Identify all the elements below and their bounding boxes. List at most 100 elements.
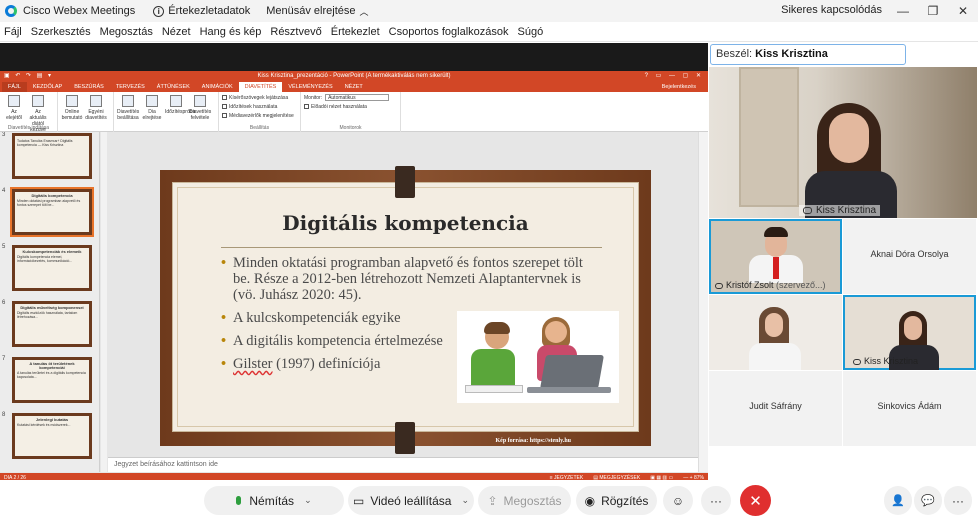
thumbnail-row[interactable]: 8 Jelenlegi kutatás Kutatási kérdések és … (2, 412, 98, 460)
online-icon (66, 95, 78, 107)
participants-button[interactable]: 👤 (884, 486, 912, 515)
participant-tile[interactable]: Aknai Dóra Orsolya (843, 219, 976, 294)
slide-thumbnail[interactable]: Tudatos Tanulás Erasmus+ Digitális kompe… (12, 133, 92, 179)
current-slide[interactable]: Digitális kompetencia Minden oktatási pr… (160, 166, 651, 454)
chevron-down-icon[interactable]: ⌄ (461, 495, 469, 506)
ppt-tab-slideshow[interactable]: DIAVETÍTÉS (238, 82, 283, 92)
record-show-label: Diavetítés felvétele (189, 109, 212, 121)
participant-tile[interactable] (709, 295, 842, 370)
ppt-window-buttons[interactable]: ? ▭ — ▢ ✕ (645, 71, 704, 82)
title-bar: Cisco Webex Meetings i Értekezletadatok … (0, 0, 978, 22)
slide-thumbnail-selected[interactable]: Digitális kompetencia Minden oktatási pro… (10, 187, 94, 237)
record-show-button[interactable]: Diavetítés felvétele (189, 94, 211, 121)
menu-view[interactable]: Nézet (162, 26, 191, 38)
participant-tile[interactable]: Judit Sáfrány (709, 371, 842, 446)
online-present-button[interactable]: Online bemutató (61, 94, 83, 121)
main-video-label: Kiss Krisztina (799, 205, 881, 216)
thumbnail-row[interactable]: 7 A tanulás öt területének kompetenciái A… (2, 356, 98, 404)
ribbon-group-present: Online bemutató Egyéni diavetítés (58, 92, 114, 132)
meeting-info-button[interactable]: i Értekezletadatok (153, 5, 250, 17)
check-media-controls[interactable]: Médiavezérlők megjelenítése (222, 112, 297, 121)
monitor-row: Monitor: Automatikus (304, 94, 397, 103)
minimize-button[interactable]: — (888, 0, 918, 22)
ppt-tab-design[interactable]: TERVEZÉS (110, 82, 151, 92)
participant-tile[interactable]: Kiss Krisztina (843, 295, 976, 370)
chat-button[interactable]: 💬 (914, 486, 942, 515)
thumbnail-row[interactable]: 6 Digitális műveltség komponensei Digitál… (2, 300, 98, 348)
hide-menu-bar-button[interactable]: Menüsáv elrejtése ︿ (266, 5, 368, 18)
stop-video-button[interactable]: ▭ Videó leállítása ⌄ (348, 486, 474, 515)
menu-meeting[interactable]: Értekezlet (331, 26, 380, 38)
hide-menu-label: Menüsáv elrejtése (266, 5, 356, 17)
notes-pane[interactable]: Jegyzet beírásához kattintson ide (108, 457, 698, 472)
menu-edit[interactable]: Szerkesztés (31, 26, 91, 38)
slide-scrollbar[interactable] (698, 132, 708, 472)
slide-thumbnail[interactable]: A tanulás öt területének kompetenciái A t… (12, 357, 92, 403)
participant-name: Judit Sáfrány (749, 401, 802, 411)
menu-help[interactable]: Súgó (518, 26, 544, 38)
mute-button[interactable]: Némítás ⌄ (204, 486, 344, 515)
from-beginning-button[interactable]: Az elejétől (3, 94, 25, 121)
slide-clip-top (395, 166, 415, 198)
ppt-sign-in[interactable]: Bejelentkezés (656, 82, 708, 92)
check-presenter-view[interactable]: Előadói nézet használata (304, 103, 397, 112)
participant-face (904, 316, 922, 340)
slide-thumbnail[interactable]: Jelenlegi kutatás Kutatási kérdések és mó… (12, 413, 92, 459)
audio-icon (853, 358, 861, 365)
menu-file[interactable]: Fájl (4, 26, 22, 38)
thumbnail-scrollbar[interactable] (101, 132, 107, 472)
ppt-tab-review[interactable]: VÉLEMÉNYEZÉS (282, 82, 338, 92)
ppt-tab-file[interactable]: FÁJL (2, 82, 27, 92)
thumbnail-content: Kulcskompetenciák és elemeik Digitális ko… (15, 248, 89, 288)
participant-tile[interactable]: Kristóf Zsolt (szervező...) (709, 219, 842, 294)
ribbon-group-setup: Diavetítés beállítása Dia elrejtése Időz… (114, 92, 219, 132)
custom-show-button[interactable]: Egyéni diavetítés (85, 94, 107, 121)
participant-name: Sinkovics Ádám (877, 401, 942, 411)
restore-button[interactable]: ❐ (918, 0, 948, 22)
setup-icon (122, 95, 134, 107)
rehearse-button[interactable]: Időzítéspróba (165, 94, 195, 115)
thumbnail-content: Tudatos Tanulás Erasmus+ Digitális kompe… (15, 136, 89, 176)
more-options-button[interactable]: ··· (701, 486, 731, 515)
monitor-select[interactable]: Automatikus (325, 94, 390, 102)
slide-thumbnail[interactable]: Kulcskompetenciák és elemeik Digitális ko… (12, 245, 92, 291)
close-button[interactable]: ✕ (948, 0, 978, 22)
ppt-tab-insert[interactable]: BESZÚRÁS (68, 82, 110, 92)
ppt-quick-access[interactable]: ▣ ↶ ↷ ▤ ▾ (4, 71, 53, 82)
thumbnail-number: 4 (2, 188, 6, 194)
thumbnail-content: Digitális műveltség komponensei Digitális… (15, 304, 89, 344)
participant-name: Kristóf Zsolt (726, 280, 774, 290)
hide-slide-label: Dia elrejtése (142, 109, 162, 121)
record-button[interactable]: ◉ Rögzítés (576, 486, 657, 515)
chevron-down-icon[interactable]: ⌄ (304, 495, 312, 506)
setup-show-button[interactable]: Diavetítés beállítása (117, 94, 139, 121)
ppt-tab-home[interactable]: KEZDŐLAP (27, 82, 68, 92)
ppt-tab-animations[interactable]: ANIMÁCIÓK (196, 82, 239, 92)
thumbnail-row[interactable]: 3 Tudatos Tanulás Erasmus+ Digitális kom… (2, 132, 98, 180)
menu-audio-video[interactable]: Hang és kép (200, 26, 262, 38)
check-narrations[interactable]: Kísérőszövegek lejátszása (222, 94, 297, 103)
slide-thumbnail[interactable]: Digitális műveltség komponensei Digitális… (12, 301, 92, 347)
menu-participant[interactable]: Résztvevő (270, 26, 321, 38)
laptop-base (527, 387, 611, 393)
main-video[interactable]: Kiss Krisztina (709, 67, 977, 218)
check-timings[interactable]: Időzítések használata (222, 103, 297, 112)
panel-options-button[interactable]: ··· (944, 486, 972, 515)
menu-share[interactable]: Megosztás (100, 26, 153, 38)
participant-tile[interactable]: Sinkovics Ádám (843, 371, 976, 446)
reactions-button[interactable]: ☺ (663, 486, 693, 515)
thumbnail-row[interactable]: 4 Digitális kompetencia Minden oktatási p… (2, 187, 98, 237)
participant-tie (773, 257, 779, 279)
ppt-window-title: Kiss Krisztina_prezentáció - PowerPoint … (257, 73, 451, 79)
ppt-tab-transitions[interactable]: ÁTTŰNÉSEK (151, 82, 196, 92)
ribbon-group-monitors: Monitor: Automatikus Előadói nézet haszná… (301, 92, 401, 132)
share-button[interactable]: ⇪ Megosztás (478, 486, 571, 515)
menu-breakout[interactable]: Csoportos foglalkozások (389, 26, 509, 38)
participant-body (749, 343, 801, 370)
end-meeting-button[interactable]: ✕ (740, 485, 771, 516)
thumbnail-number: 6 (2, 300, 6, 306)
custom-show-icon (90, 95, 102, 107)
thumbnail-row[interactable]: 5 Kulcskompetenciák és elemeik Digitális … (2, 244, 98, 292)
ppt-tab-view[interactable]: NÉZET (339, 82, 369, 92)
hide-slide-button[interactable]: Dia elrejtése (141, 94, 163, 121)
